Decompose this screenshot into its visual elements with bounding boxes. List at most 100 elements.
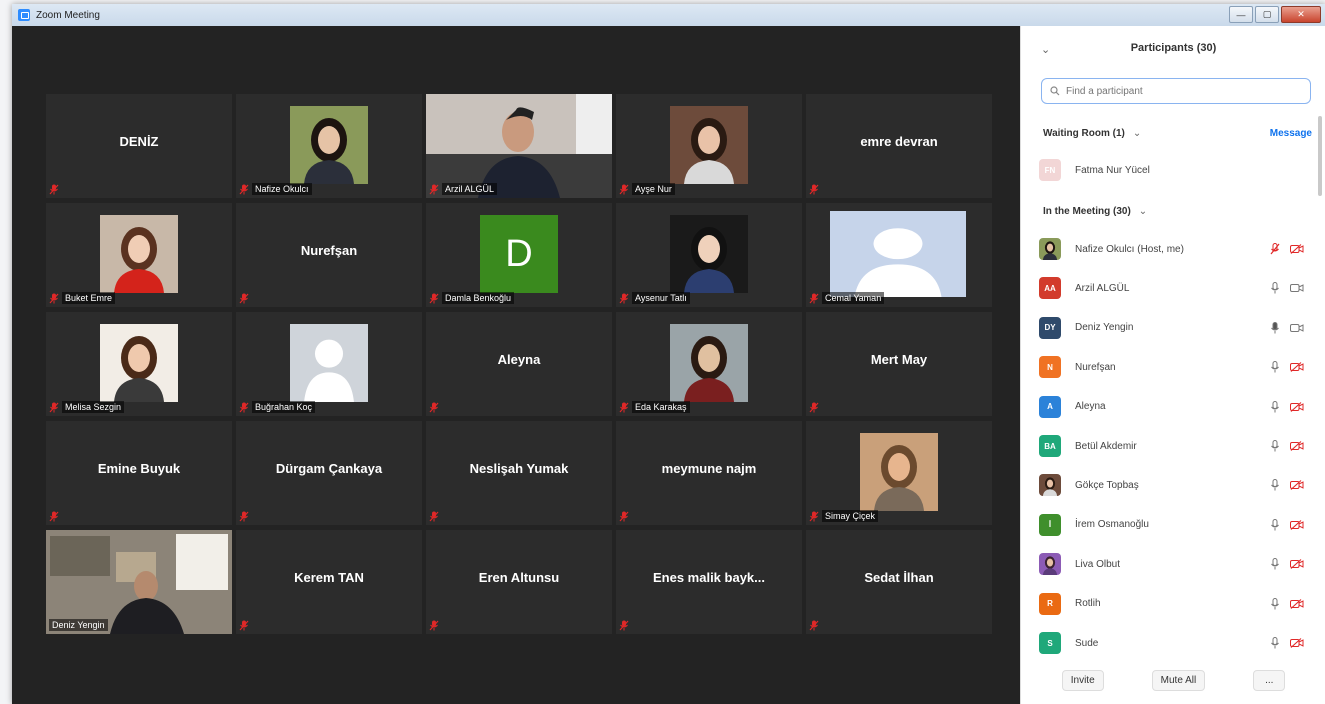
video-tile[interactable]: Neslişah Yumak	[426, 421, 612, 525]
participant-row[interactable]: N Nurefşan	[1039, 354, 1310, 380]
message-link[interactable]: Message	[1270, 128, 1312, 139]
participant-row[interactable]: BA Betül Akdemir	[1039, 433, 1310, 459]
participant-display-name: Mert May	[870, 351, 928, 367]
video-tile[interactable]: Aysenur Tatlı	[616, 203, 802, 307]
participant-row[interactable]: İ İrem Osmanoğlu	[1039, 512, 1310, 538]
video-tile[interactable]: Eren Altunsu	[426, 530, 612, 634]
waiting-room-header[interactable]: Waiting Room (1) ⌄ Message	[1043, 124, 1312, 142]
video-off-icon[interactable]	[1290, 519, 1304, 530]
more-options-button[interactable]: ...	[1253, 669, 1286, 691]
participant-display-name: Sedat İlhan	[864, 569, 934, 585]
video-tile[interactable]: DENİZ	[46, 94, 232, 198]
search-input[interactable]	[1064, 84, 1308, 98]
video-off-icon[interactable]	[1290, 559, 1304, 570]
participant-row[interactable]: AA Arzil ALGÜL	[1039, 275, 1310, 301]
participant-display-name: Aleyna	[497, 351, 541, 367]
video-tile[interactable]: Dürgam Çankaya	[236, 421, 422, 525]
muted-mic-icon[interactable]	[1270, 243, 1280, 255]
tile-footer	[809, 184, 819, 195]
participant-row[interactable]: Nafize Okulcı (Host, me)	[1039, 236, 1310, 262]
video-off-icon[interactable]	[1290, 638, 1304, 648]
video-tile[interactable]: Emine Buyuk	[46, 421, 232, 525]
video-tile[interactable]: Cemal Yaman	[806, 203, 992, 307]
invite-button[interactable]: Invite	[1061, 669, 1104, 691]
participant-row[interactable]: Gökçe Topbaş	[1039, 472, 1310, 498]
video-tile[interactable]: Mert May	[806, 312, 992, 416]
profile-photo	[670, 106, 748, 184]
muted-mic-icon	[239, 511, 249, 522]
video-tile[interactable]: Melisa Sezgin	[46, 312, 232, 416]
video-tile[interactable]: Deniz Yengin	[46, 530, 232, 634]
mic-icon[interactable]	[1270, 479, 1280, 491]
video-tile[interactable]: Simay Çiçek	[806, 421, 992, 525]
participant-controls	[1270, 637, 1304, 649]
video-tile[interactable]: Eda Karakaş	[616, 312, 802, 416]
muted-mic-icon	[429, 293, 439, 303]
participant-name-label: Aysenur Tatlı	[632, 292, 690, 304]
video-camera-icon[interactable]	[1290, 323, 1304, 333]
video-tile[interactable]: meymune najm	[616, 421, 802, 525]
tile-footer	[619, 511, 629, 522]
video-camera-icon[interactable]	[1290, 283, 1304, 293]
video-tile[interactable]: emre devran	[806, 94, 992, 198]
video-tile[interactable]: Ayşe Nur	[616, 94, 802, 198]
participant-row[interactable]: R Rotlih	[1039, 591, 1310, 617]
participant-name-label: Nafize Okulcı	[252, 183, 312, 195]
participant-row[interactable]: Liva Olbut	[1039, 551, 1310, 577]
video-tile[interactable]: Nurefşan	[236, 203, 422, 307]
mic-icon[interactable]	[1270, 637, 1280, 649]
muted-mic-icon	[619, 402, 629, 412]
mic-icon[interactable]	[1270, 558, 1280, 570]
tile-footer	[619, 620, 629, 631]
video-tile[interactable]: Buğrahan Koç	[236, 312, 422, 416]
window-controls: — ▢ ✕	[1229, 6, 1321, 23]
gallery-view: DENİZ Nafize Okulcı Arzil ALGÜL Ayşe Nur emr…	[12, 26, 1020, 704]
video-off-icon[interactable]	[1290, 362, 1304, 373]
tile-footer	[429, 511, 439, 522]
participant-row[interactable]: A Aleyna	[1039, 394, 1310, 420]
mic-icon[interactable]	[1270, 282, 1280, 294]
participant-search[interactable]	[1041, 78, 1311, 104]
participant-row[interactable]: S Sude	[1039, 630, 1310, 656]
waiting-participant[interactable]: FN Fatma Nur Yücel	[1039, 157, 1310, 183]
video-off-icon[interactable]	[1290, 441, 1304, 451]
video-off-icon[interactable]	[1290, 244, 1304, 254]
video-tile[interactable]: Nafize Okulcı	[236, 94, 422, 198]
close-button[interactable]: ✕	[1281, 6, 1321, 23]
participant-display-name: Dürgam Çankaya	[275, 460, 383, 476]
avatar: FN	[1039, 159, 1061, 181]
scrollbar[interactable]	[1318, 116, 1322, 196]
mic-icon[interactable]	[1270, 518, 1280, 531]
mute-all-button[interactable]: Mute All	[1151, 669, 1206, 691]
video-tile[interactable]: Sedat İlhan	[806, 530, 992, 634]
mic-icon[interactable]	[1270, 597, 1280, 610]
video-tile[interactable]: Enes malik bayk...	[616, 530, 802, 634]
muted-mic-icon	[239, 402, 249, 412]
participant-controls	[1270, 518, 1304, 531]
participant-name-label: Melisa Sezgin	[62, 401, 125, 413]
maximize-button[interactable]: ▢	[1255, 6, 1279, 23]
participant-name: Fatma Nur Yücel	[1075, 164, 1150, 176]
video-tile[interactable]: D Damla Benkoğlu	[426, 203, 612, 307]
mic-icon[interactable]	[1270, 321, 1280, 334]
video-tile[interactable]: Buket Emre	[46, 203, 232, 307]
mic-icon[interactable]	[1270, 400, 1280, 413]
video-tile[interactable]: Kerem TAN	[236, 530, 422, 634]
minimize-button[interactable]: —	[1229, 6, 1253, 23]
video-off-icon[interactable]	[1290, 598, 1304, 609]
video-off-icon[interactable]	[1290, 480, 1304, 491]
participant-row[interactable]: DY Deniz Yengin	[1039, 315, 1310, 341]
in-meeting-header[interactable]: In the Meeting (30) ⌄	[1043, 202, 1312, 220]
search-icon	[1050, 86, 1060, 96]
tile-footer	[809, 402, 819, 413]
video-tile[interactable]: Aleyna	[426, 312, 612, 416]
mic-icon[interactable]	[1270, 440, 1280, 452]
participant-name: Deniz Yengin	[1075, 322, 1134, 334]
muted-mic-icon	[809, 293, 819, 303]
avatar	[1039, 238, 1061, 260]
participant-controls	[1270, 361, 1304, 373]
muted-mic-icon	[809, 184, 819, 195]
video-off-icon[interactable]	[1290, 401, 1304, 412]
video-tile[interactable]: Arzil ALGÜL	[426, 94, 612, 198]
mic-icon[interactable]	[1270, 361, 1280, 373]
